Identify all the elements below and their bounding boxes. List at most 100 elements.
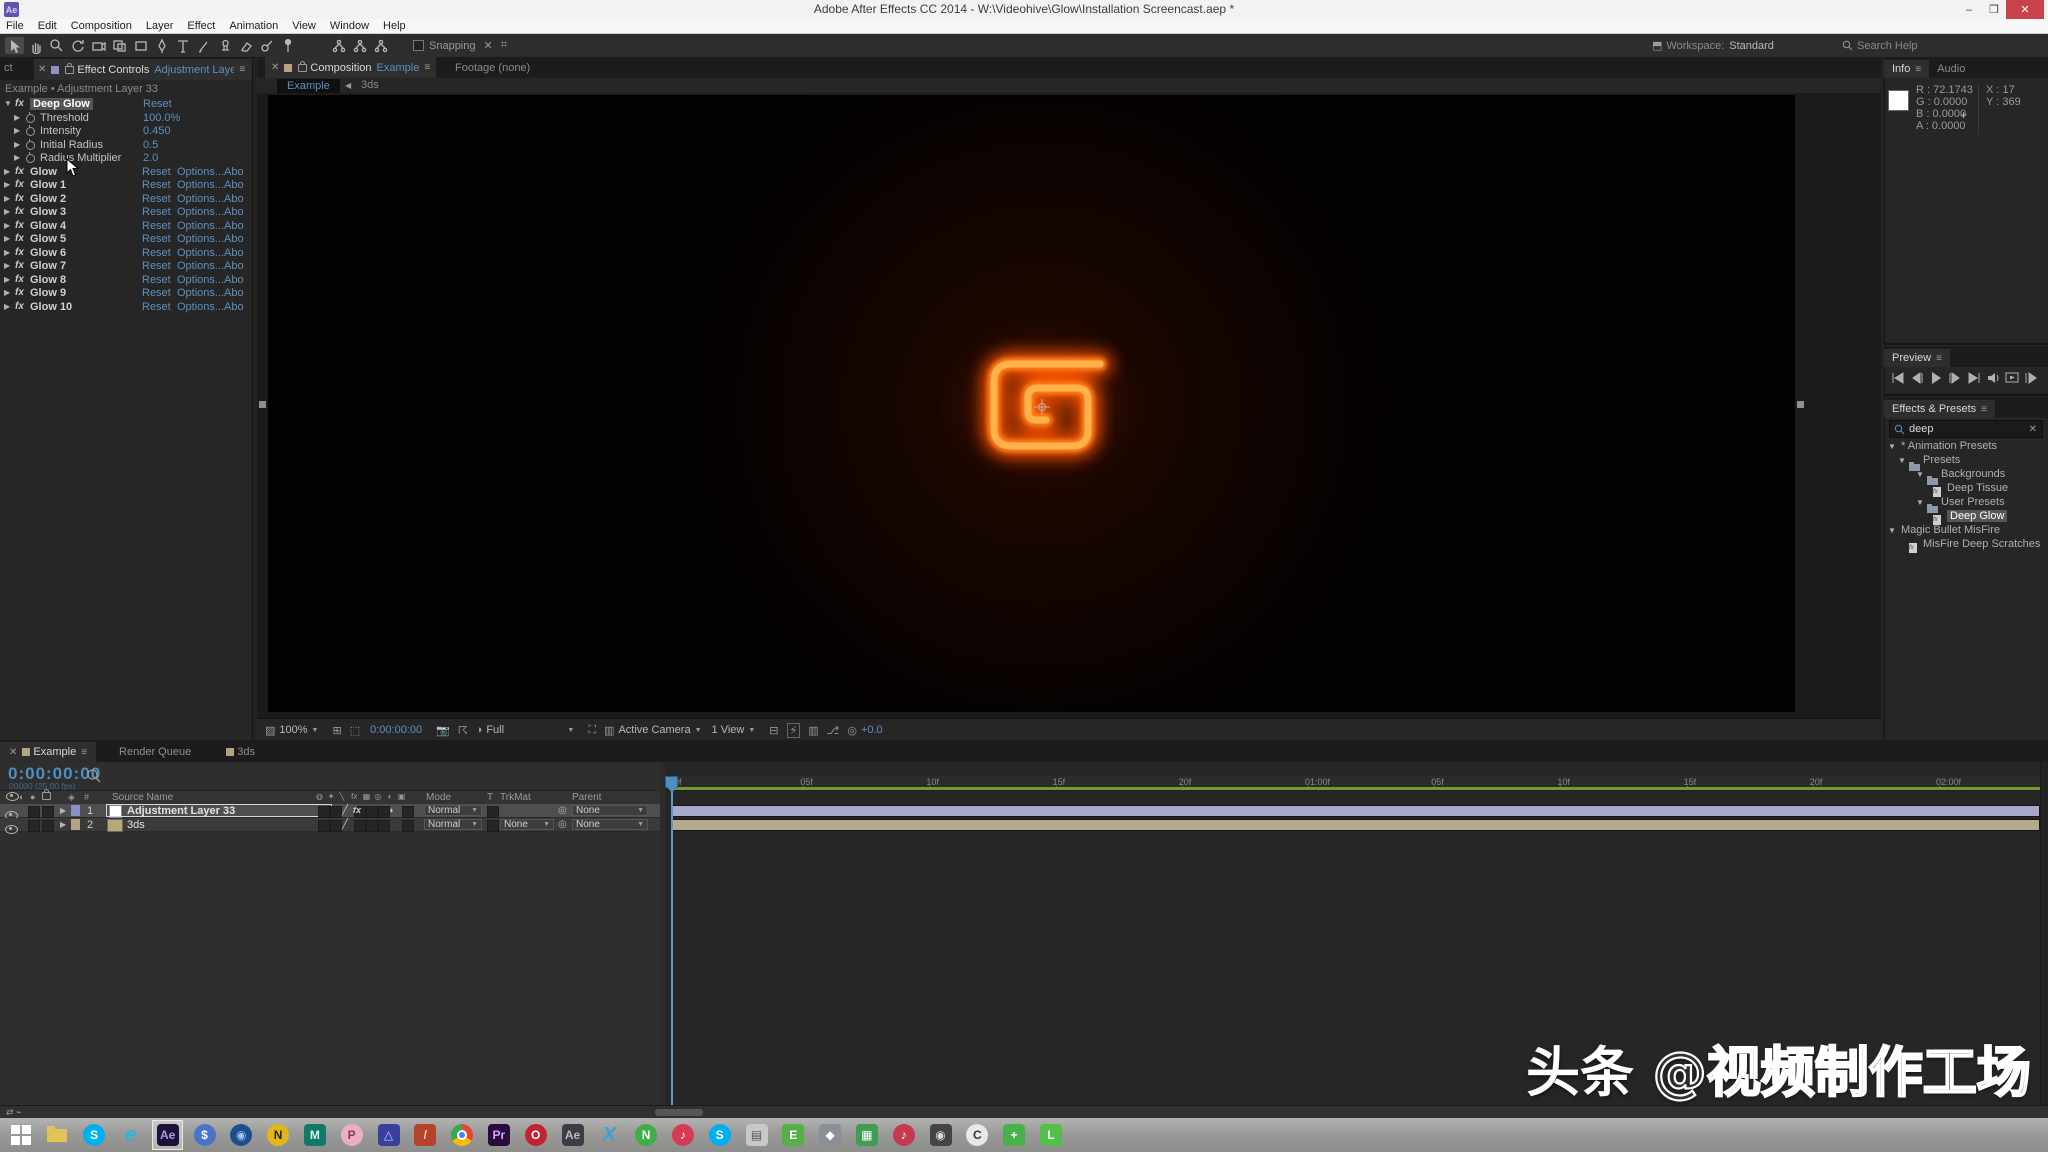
tree-item-user-presets[interactable]: User Presets [1941, 496, 2005, 508]
options-link[interactable]: Options... [177, 274, 224, 286]
effect-param-row[interactable]: ▶Threshold100.0% [0, 112, 252, 126]
adjustment-layer-switch-icon[interactable]: ◑ [388, 805, 393, 815]
effect-row[interactable]: ▶fxGlow 5ResetOptions...Abo [0, 233, 252, 247]
eraser-tool[interactable] [236, 37, 255, 54]
effect-param-row[interactable]: ▶Initial Radius0.5 [0, 139, 252, 153]
reset-link[interactable]: Reset [142, 260, 171, 272]
timeline-tab-example[interactable]: ✕Example≡ [0, 742, 96, 762]
tree-item--animation-presets[interactable]: * Animation Presets [1901, 440, 1997, 452]
viewer-tab-3ds[interactable]: 3ds [361, 79, 379, 91]
effect-name[interactable]: Glow 10 [30, 301, 72, 313]
menu-window[interactable]: Window [330, 20, 369, 32]
taskbar-icon-xsplit-app[interactable]: X [594, 1120, 625, 1150]
reset-link[interactable]: Reset [142, 233, 171, 245]
switch-cell[interactable] [402, 806, 414, 818]
effect-name[interactable]: Glow 6 [30, 247, 66, 259]
preserve-transparency-cell[interactable] [487, 820, 499, 832]
transparency-grid-icon[interactable]: ▨ [265, 724, 275, 737]
effect-name[interactable]: Glow 7 [30, 260, 66, 272]
reset-link[interactable]: Reset [142, 166, 171, 178]
first-frame-button[interactable] [1888, 370, 1907, 386]
taskbar-icon-after-effects-2[interactable]: Ae [557, 1120, 588, 1150]
taskbar-icon-nuke[interactable]: N [263, 1120, 294, 1150]
options-link[interactable]: Options... [177, 166, 224, 178]
effect-row[interactable]: ▶fxGlow 1ResetOptions...Abo [0, 179, 252, 193]
tree-item-presets[interactable]: Presets [1923, 454, 1960, 466]
effect-param-row[interactable]: ▶Intensity0.450 [0, 125, 252, 139]
param-value[interactable]: 100.0% [143, 112, 180, 124]
quality-switch-icon[interactable]: ╱ [342, 819, 348, 830]
effect-row-deep-glow[interactable]: ▼fxDeep GlowReset [0, 98, 252, 112]
switch-cell[interactable] [318, 806, 330, 818]
tree-item-backgrounds[interactable]: Backgrounds [1941, 468, 2005, 480]
param-value[interactable]: 2.0 [143, 152, 158, 164]
viewer-prev-icon[interactable]: ◀ [345, 81, 351, 90]
close-tab-icon[interactable]: ✕ [9, 747, 17, 758]
expander-icon[interactable]: ▶ [4, 302, 10, 311]
effect-row[interactable]: ▶fxGlow 9ResetOptions...Abo [0, 287, 252, 301]
trkmat-column[interactable]: TrkMat [500, 792, 531, 803]
expander-icon[interactable]: ▶ [4, 288, 10, 297]
close-panel-icon[interactable]: ✕ [271, 62, 279, 73]
taskbar-icon-sheets-app[interactable]: ▦ [851, 1120, 882, 1150]
panel-menu-icon[interactable]: ≡ [239, 64, 245, 75]
view-handle-left[interactable] [259, 401, 266, 408]
effect-name[interactable]: Glow 3 [30, 206, 66, 218]
lock-icon[interactable] [42, 792, 51, 802]
expander-icon[interactable]: ▶ [4, 194, 10, 203]
about-link[interactable]: Abo [224, 220, 244, 232]
about-link[interactable]: Abo [224, 193, 244, 205]
parent-dropdown[interactable]: None▼ [572, 819, 648, 830]
info-tab[interactable]: Info≡ [1884, 60, 1929, 78]
tree-expander-icon[interactable]: ▼ [1916, 470, 1924, 479]
hand-tool[interactable] [26, 37, 45, 54]
expander-icon[interactable]: ▶ [14, 153, 20, 162]
expander-icon[interactable]: ▶ [4, 234, 10, 243]
about-link[interactable]: Abo [224, 166, 244, 178]
switch-column-icon[interactable]: ▣ [398, 792, 406, 801]
exposure-value[interactable]: +0.0 [861, 724, 883, 736]
node-2-icon[interactable] [350, 37, 369, 54]
expander-icon[interactable]: ▶ [4, 275, 10, 284]
t-column[interactable]: T [487, 792, 493, 803]
switch-cell[interactable] [402, 820, 414, 832]
trkmat-dropdown[interactable]: None▼ [500, 819, 554, 830]
effects-presets-tab[interactable]: Effects & Presets≡ [1884, 400, 1995, 418]
expander-icon[interactable]: ▶ [4, 221, 10, 230]
layer-expander-icon[interactable]: ▶ [60, 820, 66, 829]
switch-cell[interactable] [318, 820, 330, 832]
effects-presets-search[interactable]: deep ✕ [1889, 420, 2043, 438]
switch-cell[interactable] [366, 820, 378, 832]
next-frame-button[interactable] [1945, 370, 1964, 386]
switch-cell[interactable] [354, 820, 366, 832]
timeline-search-icon[interactable] [86, 768, 102, 784]
parent-dropdown[interactable]: None▼ [572, 805, 648, 816]
about-link[interactable]: Abo [224, 301, 244, 313]
effect-row[interactable]: ▶fxGlow 2ResetOptions...Abo [0, 193, 252, 207]
options-link[interactable]: Options... [177, 287, 224, 299]
pixel-preview-icon[interactable]: ⊟ [769, 724, 778, 737]
tree-expander-icon[interactable]: ▼ [1888, 442, 1896, 451]
switch-column-icon[interactable]: ◑ [386, 792, 391, 801]
parent-pickwhip-icon[interactable]: ◎ [558, 819, 567, 830]
audio-cell[interactable] [28, 820, 40, 832]
reset-link[interactable]: Reset [142, 206, 171, 218]
expander-icon[interactable]: ▶ [4, 180, 10, 189]
param-value[interactable]: 0.450 [143, 125, 171, 137]
taskbar-icon-film-app[interactable]: ◉ [226, 1120, 257, 1150]
type-tool[interactable] [173, 37, 192, 54]
taskbar-icon-premiere[interactable]: Pr [483, 1120, 514, 1150]
taskbar-icon-draw-app[interactable]: △ [373, 1120, 404, 1150]
taskbar-icon-music-app[interactable]: ♪ [888, 1120, 919, 1150]
search-input-value[interactable]: deep [1909, 423, 1933, 435]
options-link[interactable]: Options... [177, 206, 224, 218]
snap-frame-icon[interactable]: ⌗ [501, 39, 507, 52]
restore-button[interactable]: ❐ [1981, 0, 2007, 19]
switch-column-icon[interactable]: ◍ [316, 792, 323, 801]
lock-icon[interactable] [298, 64, 307, 72]
roto-brush-tool[interactable] [257, 37, 276, 54]
composition-viewport[interactable] [257, 93, 1881, 718]
grid-options-icon[interactable]: ⊞ [332, 724, 341, 737]
reset-link[interactable]: Reset [142, 287, 171, 299]
close-panel-icon[interactable]: ✕ [38, 64, 46, 75]
